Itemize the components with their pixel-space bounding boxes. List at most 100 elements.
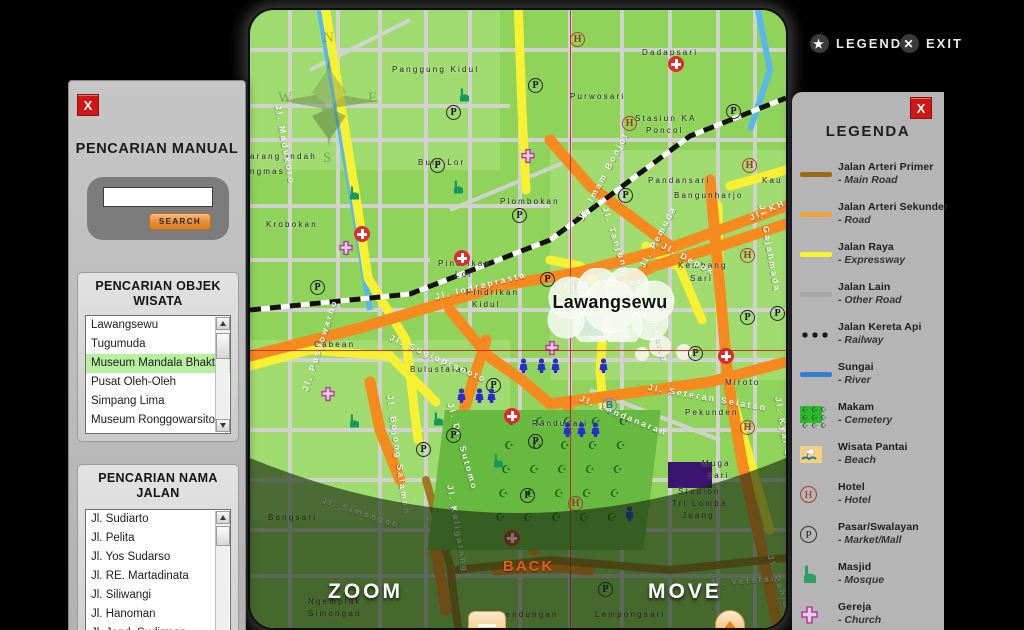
legend-label-id: Jalan Arteri Sekunder — [838, 201, 949, 213]
tourist-object-item[interactable]: Museum Ronggowarsito — [86, 411, 230, 430]
legend-row: P Pasar/Swalayan - Market/Mall — [800, 520, 940, 552]
map-callout[interactable]: Lawangsewu — [542, 268, 678, 342]
legend-label-id: Jalan Kereta Api — [838, 321, 922, 333]
scrollbar-thumb[interactable] — [216, 333, 230, 359]
compass-south: S — [323, 150, 332, 166]
legend-row: Gereja - Church — [800, 600, 940, 630]
mosque-icon — [800, 560, 838, 586]
legend-label-en: - Other Road — [838, 294, 902, 306]
tourist-object-item[interactable]: Taman Margasatwa — [86, 430, 230, 433]
street-name-search-group: PENCARIAN NAMA JALAN Jl. Sudiarto Jl. Pel… — [77, 464, 239, 630]
road-line-icon — [800, 240, 838, 266]
legend-label-en: - Expressway — [838, 254, 906, 266]
legend-label-id: Gereja — [838, 601, 872, 613]
compass-rose-icon: N S E W — [274, 28, 384, 188]
street-name-item[interactable]: Jl. Hanoman — [86, 605, 230, 624]
compass-east: E — [368, 90, 378, 106]
tourist-object-title: PENCARIAN OBJEK WISATA — [95, 279, 221, 308]
manual-search-panel: X PENCARIAN MANUAL SEARCH PENCARIAN OBJE… — [68, 80, 246, 630]
close-manual-search-button[interactable]: X — [77, 94, 99, 116]
beach-icon — [800, 440, 838, 466]
zoom-slider-button[interactable] — [468, 611, 506, 628]
exit-button[interactable]: ✕ EXIT — [900, 34, 963, 53]
legend-label-en: - Church — [838, 614, 882, 626]
tourist-object-scrollbar[interactable] — [215, 317, 230, 432]
street-name-item[interactable]: Jl. Siliwangi — [86, 586, 230, 605]
street-name-list[interactable]: Jl. Sudiarto Jl. Pelita Jl. Yos Sudarso Jl.… — [86, 510, 230, 630]
x-icon: ✕ — [900, 34, 919, 53]
legend-label-en: - Hotel — [838, 494, 871, 506]
road-line-icon — [800, 160, 838, 186]
map-viewport[interactable]: ☪☪☪☪☪☪☪☪☪☪☪☪☪☪☪☪☪☪☪☪☪☪☪☪☪ N S E W Panggu… — [248, 8, 788, 630]
tourist-object-item[interactable]: Tugumuda — [86, 335, 230, 354]
legend-row-text: Jalan Arteri Primer - Main Road — [838, 160, 940, 187]
legend-items-list: Jalan Arteri Primer - Main Road Jalan Arte… — [800, 160, 948, 630]
legend-row: Sungai - River — [800, 360, 940, 392]
manual-search-title: PENCARIAN MANUAL — [75, 141, 239, 157]
cemetery-icon: ☪☪☪ ☪☪☪ ☪☪☪ — [800, 406, 830, 430]
legend-label-en: - Beach — [838, 454, 876, 466]
tourist-object-item[interactable]: Lawangsewu — [86, 316, 230, 335]
legend-button[interactable]: ★ LEGEND — [810, 34, 902, 53]
tourist-object-item[interactable]: Pusat Oleh-Oleh — [86, 373, 230, 392]
street-name-item[interactable]: Jl. Sudiarto — [86, 510, 230, 529]
map-canvas[interactable]: ☪☪☪☪☪☪☪☪☪☪☪☪☪☪☪☪☪☪☪☪☪☪☪☪☪ N S E W Panggu… — [250, 10, 786, 628]
search-box: SEARCH — [87, 177, 229, 240]
legend-label-en: - Mosque — [838, 574, 885, 586]
tourist-object-item[interactable]: Museum Mandala Bhakti — [86, 354, 230, 373]
search-input[interactable] — [103, 187, 213, 207]
crosshair-horizontal — [250, 350, 786, 351]
legend-row-text: Gereja - Church — [838, 600, 940, 627]
zoom-control-label[interactable]: ZOOM — [328, 580, 403, 604]
legend-row-text: Jalan Raya - Expressway — [838, 240, 940, 267]
church-icon — [800, 600, 838, 626]
legend-label-en: - Cemetery — [838, 414, 893, 426]
scrollbar-thumb[interactable] — [216, 526, 230, 546]
application-window: ★ LEGEND ✕ EXIT ☪☪☪☪☪ ☪☪☪☪☪ ☪☪☪☪☪ ☪☪☪☪☪ … — [0, 0, 1024, 630]
tourist-object-item[interactable]: Simpang Lima — [86, 392, 230, 411]
road-line-icon — [800, 200, 838, 226]
market-icon: P — [800, 520, 838, 546]
tourist-object-list[interactable]: Lawangsewu Tugumuda Museum Mandala Bhakti P… — [86, 316, 230, 433]
street-name-listbox[interactable]: Jl. Sudiarto Jl. Pelita Jl. Yos Sudarso Jl.… — [85, 509, 231, 630]
legend-label-id: Makam — [838, 401, 875, 413]
legend-label-id: Jalan Raya — [838, 241, 894, 253]
legend-row: Jalan Lain - Other Road — [800, 280, 940, 312]
legend-row-text: Masjid - Mosque — [838, 560, 940, 587]
legend-row: H Hotel - Hotel — [800, 480, 940, 512]
legend-label-en: - River — [838, 374, 871, 386]
legend-row-text: Wisata Pantai - Beach — [838, 440, 940, 467]
tourist-object-listbox[interactable]: Lawangsewu Tugumuda Museum Mandala Bhakti P… — [85, 315, 231, 434]
scroll-up-icon[interactable] — [216, 511, 230, 524]
search-button[interactable]: SEARCH — [149, 213, 211, 230]
street-name-item[interactable]: Jl. Yos Sudarso — [86, 548, 230, 567]
callout-label: Lawangsewu — [552, 291, 668, 312]
scroll-down-icon[interactable] — [216, 419, 230, 432]
street-name-item[interactable]: Jl. Pelita — [86, 529, 230, 548]
legend-label-id: Wisata Pantai — [838, 441, 908, 453]
street-name-title: PENCARIAN NAMA JALAN — [98, 471, 218, 500]
move-control-label[interactable]: MOVE — [648, 580, 722, 604]
legend-label-en: - Market/Mall — [838, 534, 902, 546]
street-name-item[interactable]: Jl. RE. Martadinata — [86, 567, 230, 586]
star-icon: ★ — [810, 34, 829, 53]
legend-button-label: LEGEND — [836, 36, 903, 51]
exit-button-label: EXIT — [926, 36, 963, 51]
legend-row-text: Jalan Kereta Api - Railway — [838, 320, 940, 347]
tourist-object-search-group: PENCARIAN OBJEK WISATA Lawangsewu Tugumud… — [77, 272, 239, 442]
street-name-item[interactable]: Jl. Jend. Sudirman — [86, 624, 230, 630]
street-name-scrollbar[interactable] — [215, 511, 230, 630]
legend-label-id: Pasar/Swalayan — [838, 521, 919, 533]
legend-row: ☪☪☪ ☪☪☪ ☪☪☪ Makam - Cemetery — [800, 400, 940, 432]
river-line-icon — [800, 360, 838, 386]
back-control-label[interactable]: BACK — [503, 558, 554, 575]
legend-label-id: Jalan Lain — [838, 281, 891, 293]
scroll-up-icon[interactable] — [216, 317, 230, 330]
legend-label-en: - Road — [838, 214, 871, 226]
legend-row-text: Sungai - River — [838, 360, 940, 387]
legend-label-id: Jalan Arteri Primer — [838, 161, 934, 173]
legend-row-text: Pasar/Swalayan - Market/Mall — [838, 520, 940, 547]
compass-west: W — [278, 90, 293, 106]
railway-icon — [800, 320, 838, 346]
legend-panel-title: LEGENDA — [825, 123, 911, 140]
